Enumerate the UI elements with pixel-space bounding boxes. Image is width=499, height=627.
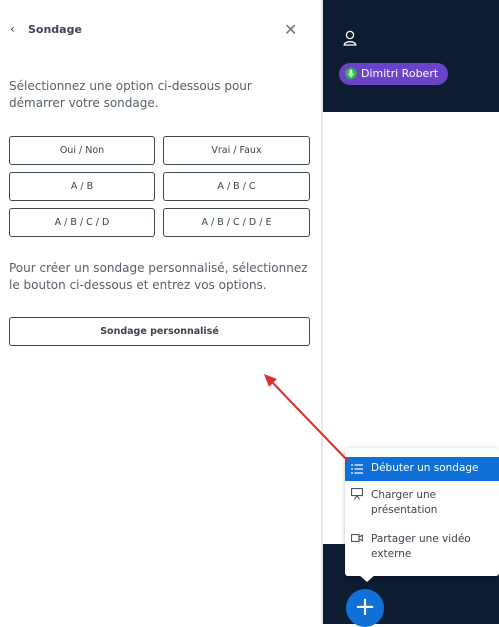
annotation-arrow [264,374,349,462]
